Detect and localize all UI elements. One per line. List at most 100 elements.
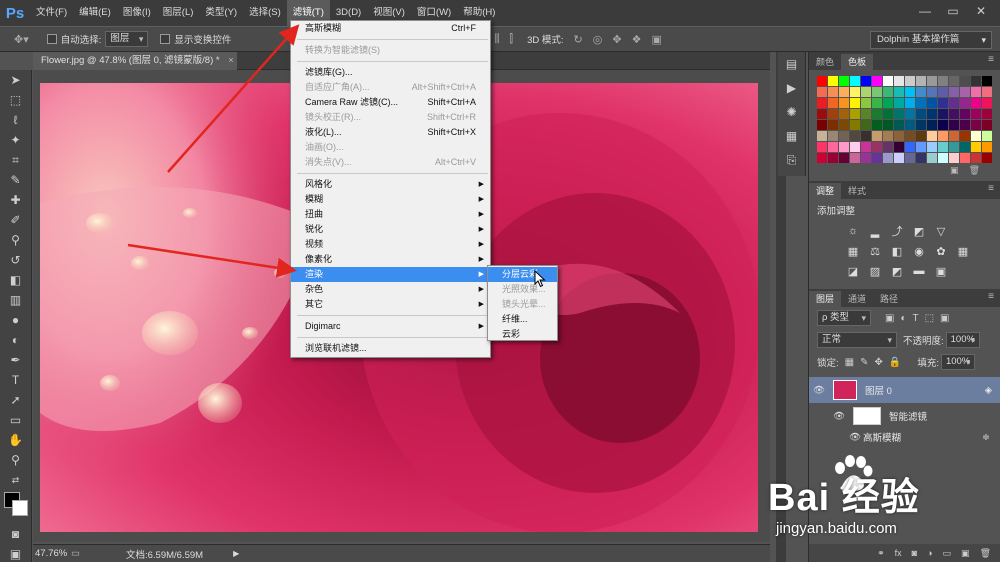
dodge-tool-icon[interactable]: ◐	[0, 330, 31, 350]
color-swatch[interactable]	[894, 120, 904, 130]
color-swatch[interactable]	[938, 153, 948, 163]
color-swatch[interactable]	[828, 87, 838, 97]
hue-saturation-icon[interactable]: ▦	[845, 243, 861, 259]
color-swatch[interactable]	[916, 109, 926, 119]
close-icon[interactable]: ✕	[968, 0, 994, 22]
color-swatch[interactable]	[982, 76, 992, 86]
auto-select-checkbox[interactable]	[46, 34, 57, 44]
filter-menu-item[interactable]: 扭曲 ▶	[291, 207, 490, 222]
color-swatch[interactable]	[927, 98, 937, 108]
color-swatch[interactable]	[971, 87, 981, 97]
color-swatch[interactable]	[905, 142, 915, 152]
roll3d-icon[interactable]: ◎	[593, 33, 603, 46]
color-swatch[interactable]	[949, 153, 959, 163]
color-swatch[interactable]	[872, 142, 882, 152]
new-swatch-icon[interactable]: ▣	[950, 165, 959, 179]
color-swatch[interactable]	[861, 98, 871, 108]
workspace-dropdown[interactable]: Dolphin 基本操作篇	[870, 31, 992, 49]
menu-5[interactable]: 选择(S)	[243, 0, 287, 26]
color-swatch[interactable]	[850, 142, 860, 152]
color-swatch[interactable]	[938, 131, 948, 141]
opacity-input[interactable]: 100%	[945, 332, 980, 348]
color-swatch[interactable]	[949, 120, 959, 130]
filter-menu-item[interactable]: 模糊 ▶	[291, 192, 490, 207]
color-swatch[interactable]	[960, 76, 970, 86]
color-swatch[interactable]	[883, 120, 893, 130]
color-swatch[interactable]	[828, 153, 838, 163]
delete-layer-icon[interactable]: 🗑	[980, 548, 991, 559]
color-swatch[interactable]	[894, 98, 904, 108]
color-swatch[interactable]	[872, 131, 882, 141]
color-swatch[interactable]	[861, 142, 871, 152]
color-swatch[interactable]	[872, 98, 882, 108]
move-tool-icon[interactable]: ➤	[0, 70, 31, 90]
filter-menu-item[interactable]: Digimarc ▶	[291, 319, 490, 334]
color-swatch[interactable]	[982, 142, 992, 152]
color-swatch[interactable]	[949, 142, 959, 152]
crop-tool-icon[interactable]: ⌗	[0, 150, 31, 170]
color-swatch[interactable]	[883, 109, 893, 119]
color-swatch[interactable]	[916, 87, 926, 97]
filter-menu-item[interactable]: 风格化 ▶	[291, 177, 490, 192]
posterize-icon[interactable]: ▨	[867, 263, 883, 279]
color-swatch[interactable]	[982, 131, 992, 141]
smart-filter-row[interactable]: 👁 智能滤镜	[809, 403, 1000, 429]
brush-settings-icon[interactable]: ✺	[778, 100, 805, 124]
color-swatch[interactable]	[817, 131, 827, 141]
color-swatch[interactable]	[971, 98, 981, 108]
color-swatch[interactable]	[949, 76, 959, 86]
color-swatch[interactable]	[861, 76, 871, 86]
color-swatch[interactable]	[971, 153, 981, 163]
filter-menu-item[interactable]: 液化(L)... Shift+Ctrl+X	[291, 125, 490, 140]
color-swatch[interactable]	[861, 109, 871, 119]
color-swatch[interactable]	[883, 87, 893, 97]
filter-menu-item[interactable]: 渲染 ▶	[291, 267, 490, 282]
blend-mode-dropdown[interactable]: 正常	[817, 332, 897, 348]
layer-filter-icons[interactable]: ▣◐T⬚▣	[885, 313, 956, 324]
history-panel-icon[interactable]: ▤	[778, 52, 805, 76]
color-balance-icon[interactable]: ⚖	[867, 243, 883, 259]
color-swatch[interactable]	[883, 131, 893, 141]
color-swatch[interactable]	[960, 142, 970, 152]
color-swatch[interactable]	[894, 87, 904, 97]
move-tool-icon[interactable]: ✥▾	[14, 33, 29, 46]
shape-tool-icon[interactable]: ▭	[0, 410, 31, 430]
clone-stamp-tool-icon[interactable]: ⚲	[0, 230, 31, 250]
color-swatch[interactable]	[850, 120, 860, 130]
brush-tool-icon[interactable]: ✐	[0, 210, 31, 230]
fill-input[interactable]: 100%	[940, 354, 976, 370]
color-swatch[interactable]	[927, 120, 937, 130]
color-swatch[interactable]	[828, 142, 838, 152]
color-swatch[interactable]	[905, 76, 915, 86]
color-swatch[interactable]	[938, 98, 948, 108]
color-swatch[interactable]	[960, 87, 970, 97]
filter-menu-item[interactable]: 杂色 ▶	[291, 282, 490, 297]
filter-menu-item[interactable]: 高斯模糊 Ctrl+F	[291, 21, 490, 36]
rotate3d-icon[interactable]: ↻	[574, 33, 583, 46]
color-swatch[interactable]	[916, 131, 926, 141]
color-swatch[interactable]	[982, 98, 992, 108]
healing-tool-icon[interactable]: ✚	[0, 190, 31, 210]
selective-color-icon[interactable]: ▣	[933, 263, 949, 279]
color-swatch[interactable]	[927, 142, 937, 152]
color-swatch[interactable]	[817, 142, 827, 152]
panel-menu-icon[interactable]: ≡	[988, 183, 994, 194]
color-swatch[interactable]	[927, 76, 937, 86]
color-swatch[interactable]	[905, 87, 915, 97]
color-swatch[interactable]	[850, 153, 860, 163]
tab-close-icon[interactable]: ×	[228, 55, 234, 66]
layer-row-0[interactable]: 👁 图层 0 ◈	[809, 377, 1000, 403]
color-swatch[interactable]	[839, 131, 849, 141]
panel-menu-icon[interactable]: ≡	[988, 291, 994, 302]
channel-mixer-icon[interactable]: ✿	[933, 243, 949, 259]
color-swatch[interactable]	[850, 131, 860, 141]
color-swatch[interactable]	[960, 153, 970, 163]
color-swatch[interactable]	[817, 120, 827, 130]
clone-source-icon[interactable]: ⎘	[778, 148, 805, 172]
color-swatch[interactable]	[872, 120, 882, 130]
color-lookup-icon[interactable]: ▦	[955, 243, 971, 259]
color-swatch[interactable]	[905, 98, 915, 108]
color-swatch[interactable]	[927, 109, 937, 119]
filter-menu-item[interactable]: 像素化 ▶	[291, 252, 490, 267]
color-swatch[interactable]	[982, 120, 992, 130]
